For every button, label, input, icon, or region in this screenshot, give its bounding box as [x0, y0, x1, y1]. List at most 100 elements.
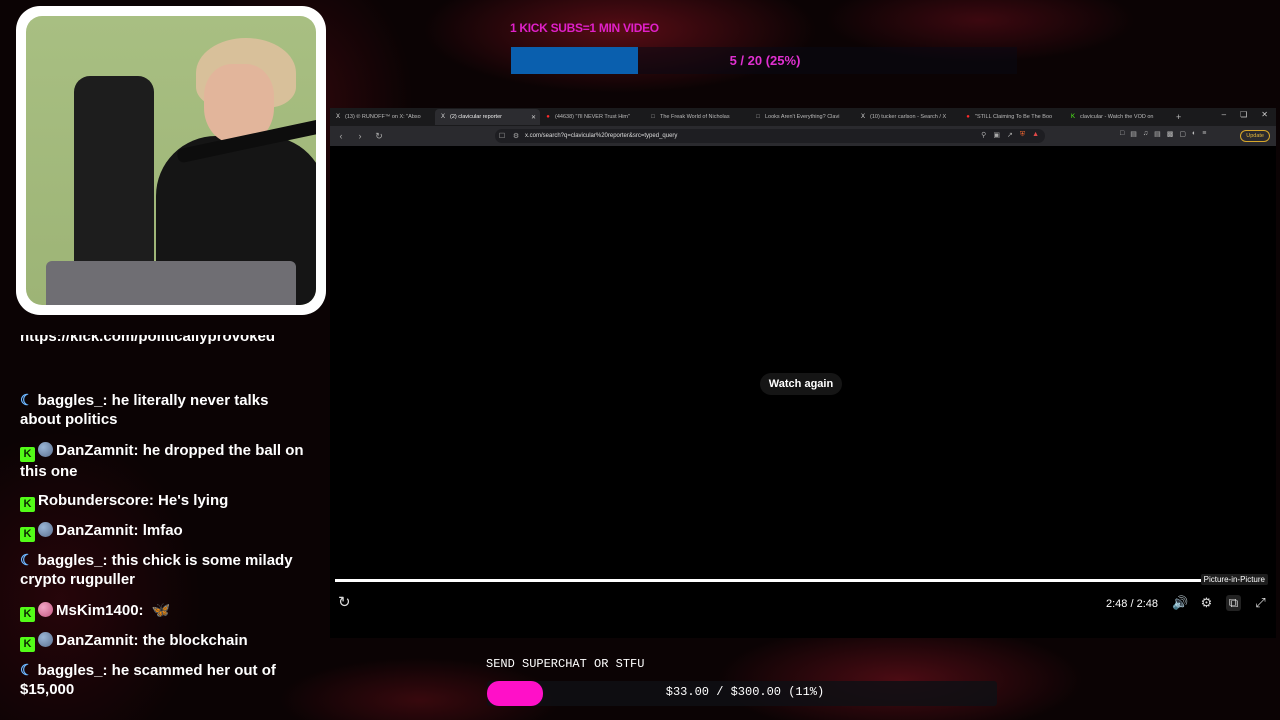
page-icon-icon: □: [756, 114, 760, 120]
chat-cut-off-message: https://kick.com/politicallyprovoked: [20, 335, 276, 345]
chat-separator: :: [102, 392, 112, 409]
brave-shield-icon[interactable]: ⛨: [1020, 131, 1025, 139]
globe-badge-icon: [38, 522, 53, 537]
reload-icon[interactable]: ↻: [371, 131, 387, 142]
browser-tab[interactable]: ● "STILL Claiming To Be The Boo: [960, 109, 1065, 125]
chat-username[interactable]: baggles_: [37, 552, 102, 569]
brave-rewards-icon[interactable]: ▲: [1032, 131, 1039, 139]
chat-message: K MsKim1400: 🦋: [20, 601, 310, 622]
share-icon[interactable]: ↗: [1007, 131, 1013, 139]
exit-fullscreen-icon[interactable]: ⤢: [1253, 595, 1268, 611]
chat-username[interactable]: DanZamnit: [56, 442, 134, 459]
chat-message: K DanZamnit: he dropped the ball on this …: [20, 441, 310, 481]
forward-icon[interactable]: ›: [352, 131, 368, 141]
browser-tab-label: (13) ℗ RUNOFF™ on X: "Abso: [345, 114, 421, 120]
wallet-icon[interactable]: ▢: [1179, 130, 1186, 138]
chat-message: K DanZamnit: lmfao: [20, 521, 310, 542]
zoom-icon[interactable]: ⚲: [981, 131, 986, 139]
browser-tab-label: (2) clavicular reporter: [450, 114, 502, 120]
chat-message: ☾ baggles_: he scammed her out of $15,000: [20, 661, 310, 699]
globe-badge-icon: [38, 442, 53, 457]
chat-username[interactable]: DanZamnit: [56, 522, 134, 539]
chat-separator: :: [133, 522, 143, 539]
chat-separator: :: [133, 442, 143, 459]
browser-tab-label: The Freak World of Nicholas: [660, 114, 730, 120]
chat-username[interactable]: baggles_: [37, 662, 102, 679]
browser-tab[interactable]: □ Looks Aren't Everything? Clavi: [750, 109, 855, 125]
moon-badge-icon: ☾: [20, 392, 34, 409]
back-icon[interactable]: ‹: [333, 131, 349, 141]
window-controls: – ❏ ✕: [1222, 110, 1268, 119]
webcam-chair: [74, 76, 154, 276]
chat-username[interactable]: Robunderscore: [38, 492, 149, 509]
minimize-icon[interactable]: –: [1222, 110, 1226, 119]
replay-icon[interactable]: ↻: [338, 593, 351, 611]
address-bar-actions: ⚲ ▣ ↗ ⛨ ▲: [981, 131, 1039, 139]
settings-icon[interactable]: ⚙: [1199, 595, 1214, 611]
update-button[interactable]: Update: [1240, 130, 1270, 142]
moon-badge-icon: ☾: [20, 662, 34, 679]
browser-tab-label: (10) tucker carlson - Search / X: [870, 114, 947, 120]
bookmark-icon[interactable]: ☐: [495, 132, 509, 140]
browser-tab[interactable]: X (2) clavicular reporter ✕: [435, 109, 540, 125]
chat-message: ☾ baggles_: he literally never talks abou…: [20, 391, 310, 429]
webcam-feed: [26, 16, 316, 305]
butterfly-emote-icon: 🦋: [151, 602, 171, 619]
browser-tab[interactable]: X (13) ℗ RUNOFF™ on X: "Abso: [330, 109, 435, 125]
reading-list-icon[interactable]: ▤: [1154, 130, 1161, 138]
extension-icons: □ ▤ ♫ ▤ ▩ ▢ ◐ ≡: [1120, 130, 1206, 138]
sub-goal-bar-fill: [511, 47, 638, 74]
picture-in-picture-icon[interactable]: ⧉: [1226, 595, 1241, 611]
tab-close-icon[interactable]: ✕: [531, 114, 536, 121]
globe-badge-icon: [38, 632, 53, 647]
chat-panel: https://kick.com/politicallyprovoked ☾ ba…: [20, 335, 310, 705]
pink-badge-icon: [38, 602, 53, 617]
youtube-logo-icon: ●: [546, 114, 550, 120]
restore-icon[interactable]: ❏: [1240, 110, 1247, 119]
chat-text: lmfao: [142, 522, 183, 539]
address-bar[interactable]: ☐ ⚙ x.com/search?q=clavicular%20reporter…: [495, 129, 1045, 143]
chat-message: K DanZamnit: the blockchain: [20, 631, 310, 652]
browser-tab-label: "STILL Claiming To Be The Boo: [975, 114, 1053, 120]
chat-separator: :: [138, 602, 148, 619]
close-icon[interactable]: ✕: [1261, 110, 1268, 119]
browser-tab[interactable]: ● (44638) "I'll NEVER Trust Him": [540, 109, 645, 125]
chat-separator: :: [148, 492, 159, 509]
pip-tooltip: Picture-in-Picture: [1200, 574, 1268, 585]
menu-icon[interactable]: ≡: [1202, 130, 1206, 138]
new-tab-icon[interactable]: +: [1176, 112, 1181, 122]
browser-tab-label: clavicular - Watch the VOD on: [1080, 114, 1154, 120]
kick-badge-icon: K: [20, 447, 35, 462]
superchat-goal-progress-text: $33.00 / $300.00 (11%): [665, 685, 825, 699]
chat-separator: :: [102, 552, 112, 569]
browser-tab[interactable]: Kclavicular - Watch the VOD on: [1065, 109, 1170, 125]
chat-username[interactable]: MsKim1400: [56, 602, 139, 619]
kick-badge-icon: K: [20, 497, 35, 512]
moon-badge-icon: ☾: [20, 552, 34, 569]
browser-window: X (13) ℗ RUNOFF™ on X: "Abso X (2) clavicul…: [330, 108, 1276, 638]
chat-text: He's lying: [158, 492, 229, 509]
screenshot-icon[interactable]: ▩: [1167, 130, 1174, 138]
chat-username[interactable]: baggles_: [37, 392, 102, 409]
chat-username[interactable]: DanZamnit: [56, 632, 134, 649]
x-logo-icon: X: [335, 114, 340, 120]
cast-icon[interactable]: ▣: [993, 131, 1000, 139]
watch-again-button[interactable]: Watch again: [760, 373, 842, 395]
media-icon[interactable]: ♫: [1143, 130, 1148, 138]
kick-badge-icon: K: [20, 607, 35, 622]
video-controls: 🔊 ⚙ ⧉ ⤢: [1172, 595, 1268, 611]
video-progress-bar[interactable]: [335, 579, 1265, 582]
sidebar-icon[interactable]: ▤: [1130, 130, 1137, 138]
browser-tab[interactable]: □ The Freak World of Nicholas: [645, 109, 750, 125]
sub-goal-title: 1 KICK SUBS=1 MIN VIDEO: [510, 21, 659, 35]
kick-badge-icon: K: [20, 637, 35, 652]
browser-tab[interactable]: X (10) tucker carlson - Search / X: [855, 109, 960, 125]
chat-message: ☾ baggles_: this chick is some milady cry…: [20, 551, 310, 589]
chat-separator: :: [133, 632, 143, 649]
volume-icon[interactable]: 🔊: [1172, 595, 1188, 611]
url-text: x.com/search?q=clavicular%20reporter&src…: [525, 133, 678, 139]
site-info-icon[interactable]: ⚙: [509, 132, 523, 140]
vpn-icon[interactable]: ◐: [1192, 130, 1196, 138]
video-player[interactable]: Watch again Picture-in-Picture ↻ 2:48 / …: [330, 146, 1276, 638]
extension-icon[interactable]: □: [1120, 130, 1124, 138]
